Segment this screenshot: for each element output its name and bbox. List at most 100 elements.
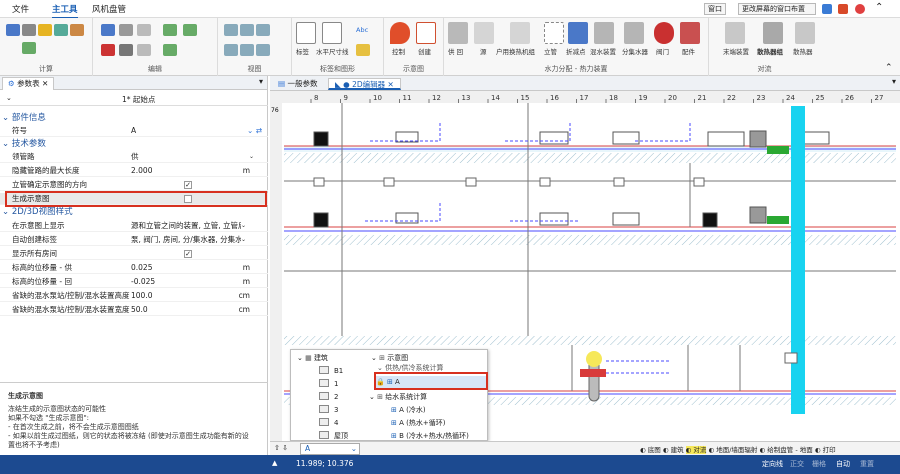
- tab-2d-editor[interactable]: ◣ ● 2D编辑器 ✕: [328, 78, 401, 90]
- paste-icon[interactable]: [101, 24, 115, 36]
- zoom-window-icon[interactable]: [256, 24, 270, 36]
- source-icon[interactable]: [474, 22, 494, 44]
- status-grid[interactable]: 栅格: [812, 459, 826, 469]
- prop-value[interactable]: 2.000: [131, 165, 152, 177]
- prop-row-max-length[interactable]: 隐藏管路的最大长度 2.000 m: [0, 165, 268, 177]
- prop-row-show-on-schematic[interactable]: 在示意图上显示 源和立管之间的装置, 立管, 立管后 ⌄: [0, 220, 268, 232]
- section-component-info[interactable]: ⌄ 部件信息: [0, 112, 268, 124]
- zoom-prev-icon[interactable]: [256, 44, 270, 56]
- floor-dropdown[interactable]: A ⌄: [300, 443, 360, 455]
- dimension-icon[interactable]: [322, 22, 342, 44]
- control-icon[interactable]: [390, 22, 410, 44]
- tab-overview[interactable]: ▤ 一般参数: [272, 78, 323, 90]
- tree-water-group[interactable]: ⌄ ⊞ 给水系统计算: [369, 391, 427, 403]
- prop-value[interactable]: 100.0: [131, 290, 152, 302]
- create-icon[interactable]: [416, 22, 436, 44]
- abc-button[interactable]: Abc: [356, 26, 368, 34]
- format-icon[interactable]: [137, 24, 151, 36]
- element-selector[interactable]: ⌄ 1* 起始点: [0, 92, 268, 106]
- fitting-icon[interactable]: [680, 22, 700, 44]
- tree-floor-b1[interactable]: B1: [319, 365, 343, 377]
- close-tab-icon[interactable]: ✕: [42, 79, 48, 88]
- tab-parameters[interactable]: ⚙ 参数表 ✕: [2, 77, 55, 90]
- panel-menu-icon[interactable]: ▾: [259, 77, 263, 86]
- menu-duct-design[interactable]: 风机盘管: [92, 3, 126, 15]
- layout-icon[interactable]: [822, 4, 832, 14]
- delete-icon[interactable]: [119, 44, 133, 56]
- move-icon[interactable]: [137, 44, 151, 56]
- prop-value[interactable]: -0.025: [131, 276, 155, 288]
- help-icon[interactable]: [855, 4, 865, 14]
- layer-base[interactable]: ◐ 底图: [640, 446, 661, 454]
- cut-icon[interactable]: [101, 44, 115, 56]
- list-icon[interactable]: [22, 24, 36, 36]
- close-tab-icon[interactable]: ✕: [385, 80, 394, 89]
- zoom-in-icon[interactable]: [224, 24, 238, 36]
- prop-row-auto-tags[interactable]: 自动创建标签 泵, 阀门, 房间, 分/集水器, 分集水器 ⌄: [0, 234, 268, 246]
- menu-file[interactable]: 文件: [12, 3, 29, 15]
- layer-print[interactable]: ◐ 打印: [815, 446, 836, 454]
- tree-floor-2[interactable]: 2: [319, 391, 338, 403]
- tree-item-cold-water[interactable]: ⊞ A (冷水): [391, 404, 426, 416]
- layer-convection[interactable]: ◐ 对流: [685, 446, 707, 454]
- panel-divider[interactable]: [0, 382, 268, 383]
- symbol-edit-icon[interactable]: ⌄ ⇄: [247, 125, 262, 137]
- prop-row-offset-supply[interactable]: 标高的位移量 - 供 0.025 m: [0, 262, 268, 274]
- distributor-icon[interactable]: [624, 22, 644, 44]
- tree-item-hot-water[interactable]: ⊞ A (热水+循环): [391, 417, 445, 429]
- break-point-icon[interactable]: [568, 22, 588, 44]
- prop-row-riser-direction[interactable]: 立管确定示意图的方向 ✓: [0, 179, 268, 191]
- prop-row-default-width[interactable]: 省缺的混水泵站/控制/混水装置宽度 50.0 cm: [0, 304, 268, 316]
- zoom-out-icon[interactable]: [240, 24, 254, 36]
- tree-floor-3[interactable]: 3: [319, 404, 338, 416]
- prop-row-default-height[interactable]: 省缺的混水泵站/控制/混水装置高度 100.0 cm: [0, 290, 268, 302]
- supply-return-icon[interactable]: [448, 22, 468, 44]
- section-view-style[interactable]: ⌄ 2D/3D视图样式: [0, 206, 268, 218]
- prop-row-symbol[interactable]: 符号 A ⌄ ⇄: [0, 125, 268, 137]
- layer-building[interactable]: ◐ 建筑: [663, 446, 684, 454]
- status-direction-line[interactable]: 定向线: [762, 459, 783, 469]
- collapse-ribbon-icon[interactable]: ⌃: [875, 2, 883, 13]
- selector-chevron-icon[interactable]: ⌄: [6, 94, 12, 102]
- collapse-icon[interactable]: ⌄: [371, 354, 379, 362]
- dropdown-arrow-icon[interactable]: ⌄: [249, 151, 254, 163]
- collapse-icon[interactable]: ⌄: [297, 354, 305, 362]
- prop-row-offset-return[interactable]: 标高的位移量 - 回 -0.025 m: [0, 276, 268, 288]
- table-icon[interactable]: [22, 42, 36, 54]
- riser-direction-checkbox[interactable]: ✓: [184, 181, 192, 189]
- mix-device-icon[interactable]: [594, 22, 614, 44]
- rotate-icon[interactable]: [163, 44, 177, 56]
- dropdown-arrow-icon[interactable]: ⌄: [241, 234, 246, 246]
- status-reset[interactable]: 重置: [860, 459, 874, 469]
- window-button[interactable]: 窗口: [704, 3, 726, 15]
- valve-icon[interactable]: [654, 22, 674, 44]
- pan-icon[interactable]: [224, 44, 238, 56]
- heat-exchanger-icon[interactable]: [510, 22, 530, 44]
- collapse-icon[interactable]: ⌄: [377, 364, 385, 372]
- tree-heating-group[interactable]: ⌄ 供热/供冷系统计算: [377, 364, 443, 372]
- riser-icon[interactable]: [544, 22, 564, 44]
- editor-menu-icon[interactable]: ▾: [892, 77, 896, 86]
- layer-nav-icon[interactable]: ⇧ ⇩: [274, 444, 288, 452]
- prop-value[interactable]: 0.025: [131, 262, 152, 274]
- fill-icon[interactable]: [70, 24, 84, 36]
- section-tech-params[interactable]: ⌄ 技术参数: [0, 138, 268, 150]
- window-layout-button[interactable]: 更改屏幕的窗口布置: [738, 3, 816, 15]
- tools-icon[interactable]: [838, 4, 848, 14]
- radiator-icon[interactable]: [795, 22, 815, 44]
- dropdown-arrow-icon[interactable]: ⌄: [241, 220, 246, 232]
- zoom-all-icon[interactable]: [240, 44, 254, 56]
- prop-row-lead-pipe[interactable]: 领管路 供 ⌄: [0, 151, 268, 163]
- redo-icon[interactable]: [183, 24, 197, 36]
- undo-icon[interactable]: [163, 24, 177, 36]
- show-all-rooms-checkbox[interactable]: ✓: [184, 250, 192, 258]
- layer-radiant[interactable]: ◐ 地面/墙面辐射: [708, 446, 757, 454]
- copy-icon[interactable]: [119, 24, 133, 36]
- ribbon-collapse-icon[interactable]: ⌃: [885, 63, 893, 73]
- terminal-icon[interactable]: [725, 22, 745, 44]
- prop-value[interactable]: 50.0: [131, 304, 148, 316]
- status-auto[interactable]: 自动: [836, 459, 850, 469]
- tree-floor-1[interactable]: 1: [319, 378, 338, 390]
- layer-coil[interactable]: ◐ 给制盘管 - 地面: [760, 446, 813, 454]
- note-icon[interactable]: [356, 44, 370, 56]
